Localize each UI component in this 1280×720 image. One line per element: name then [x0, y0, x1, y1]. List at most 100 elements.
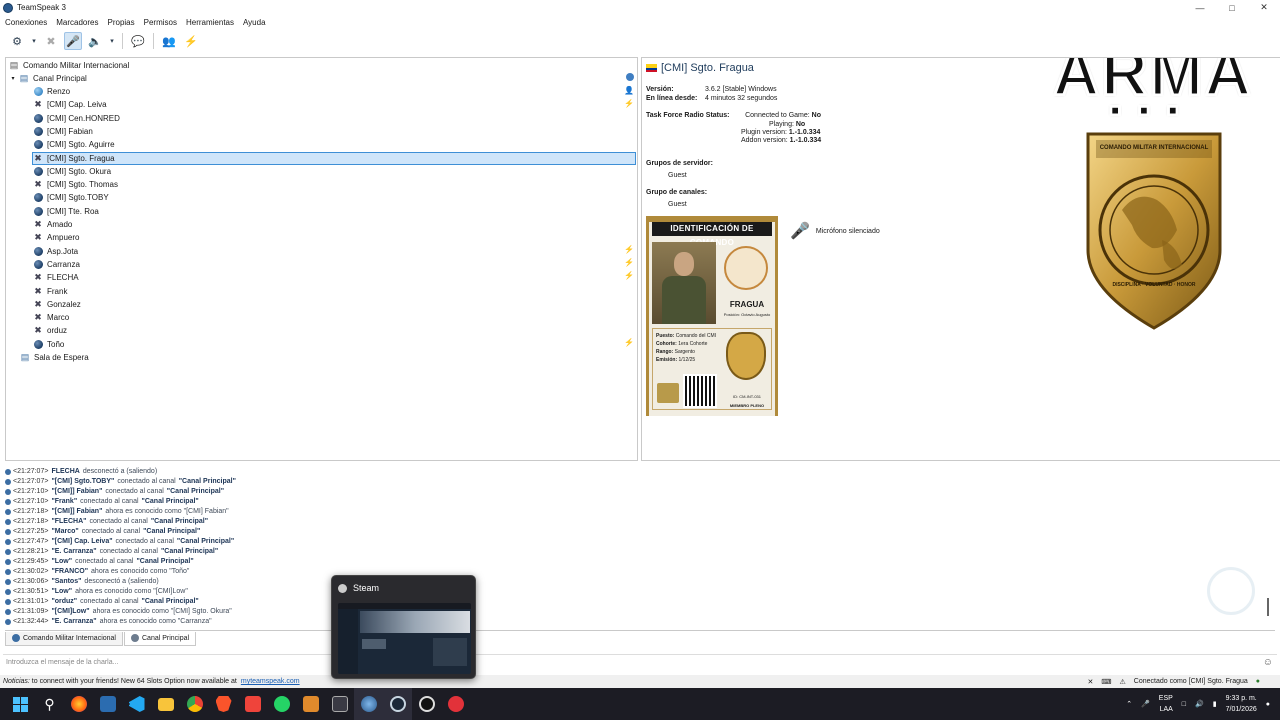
user-row[interactable]: [CMI] Sgto.TOBY: [33, 191, 109, 204]
log-user[interactable]: "[CMI] Sgto.TOBY": [51, 477, 114, 487]
menu-conexiones[interactable]: Conexiones: [5, 18, 47, 27]
firefox-icon[interactable]: [64, 688, 93, 720]
language-indicator[interactable]: ESP LAA: [1159, 693, 1173, 715]
dropdown-arrow-icon[interactable]: ▾: [30, 32, 38, 50]
user-row[interactable]: [CMI] Sgto. Okura: [33, 165, 111, 178]
user-row[interactable]: ✖ [CMI] Sgto. Thomas: [33, 178, 118, 191]
chat-input[interactable]: Introduzca el mensaje de la charla... ☺: [3, 654, 1277, 670]
menu-marcadores[interactable]: Marcadores: [56, 18, 98, 27]
log-user[interactable]: "[CMI]Low": [51, 607, 89, 617]
log-user[interactable]: "[CMI] Cap. Leiva": [51, 537, 112, 547]
user-row[interactable]: ✖ Frank: [33, 285, 67, 298]
log-channel[interactable]: "Canal Principal": [167, 487, 224, 497]
mute-speakers-icon[interactable]: 🔈: [86, 32, 104, 50]
log-user[interactable]: "Frank": [51, 497, 77, 507]
vscode-icon[interactable]: [122, 688, 151, 720]
user-row[interactable]: [CMI] Tte. Roa: [33, 205, 99, 218]
brave-icon[interactable]: [209, 688, 238, 720]
notification-icon[interactable]: ●: [1266, 701, 1270, 708]
obs-icon[interactable]: [412, 688, 441, 720]
chrome-icon[interactable]: [180, 688, 209, 720]
log-user[interactable]: "orduz": [51, 597, 77, 607]
close-button[interactable]: ✕: [1248, 0, 1280, 15]
user-row[interactable]: Asp.Jota: [33, 245, 78, 258]
user-row[interactable]: [CMI] Sgto. Aguirre: [33, 138, 115, 151]
battery-icon[interactable]: ▮: [1213, 700, 1217, 708]
log-channel[interactable]: "Canal Principal": [151, 517, 208, 527]
menu-permisos[interactable]: Permisos: [144, 18, 177, 27]
server-row[interactable]: ▤ Comando Militar Internacional: [9, 59, 130, 72]
user-row[interactable]: [CMI] Fabian: [33, 125, 93, 138]
user-row[interactable]: Toño: [33, 338, 64, 351]
search-icon[interactable]: ⚲: [35, 688, 64, 720]
emoji-icon[interactable]: ☺: [1263, 657, 1273, 668]
user-row[interactable]: ✖ Marco: [33, 311, 69, 324]
log-user[interactable]: "E. Carranza": [51, 617, 96, 627]
user-row[interactable]: ✖ Amado: [33, 218, 72, 231]
user-row[interactable]: Carranza: [33, 258, 80, 271]
menu-herramientas[interactable]: Herramientas: [186, 18, 234, 27]
whatsapp-icon[interactable]: [267, 688, 296, 720]
network-icon[interactable]: □: [1182, 701, 1186, 708]
user-row[interactable]: ✖ FLECHA: [33, 271, 78, 284]
log-channel[interactable]: "Canal Principal": [143, 527, 200, 537]
contacts-icon[interactable]: 👥: [160, 32, 178, 50]
log-channel[interactable]: "Canal Principal": [161, 547, 218, 557]
connect-icon[interactable]: ⚙: [8, 32, 26, 50]
log-user[interactable]: "Low": [51, 557, 72, 567]
log-user[interactable]: "FLECHA": [51, 517, 86, 527]
chevron-up-icon[interactable]: ⌃: [1126, 700, 1132, 708]
log-user[interactable]: "Marco": [51, 527, 78, 537]
disconnect-icon[interactable]: ✖: [42, 32, 60, 50]
dropdown-arrow-icon[interactable]: ▾: [108, 32, 116, 50]
user-row[interactable]: ✖ Ampuero: [33, 231, 79, 244]
waiting-room-row[interactable]: ▤ Sala de Espera: [20, 351, 89, 364]
log-channel[interactable]: "Canal Principal": [142, 497, 199, 507]
away-status-icon[interactable]: 💬: [129, 32, 147, 50]
log-channel[interactable]: "Canal Principal": [136, 557, 193, 567]
channel-row[interactable]: ▾ ▤ Canal Principal: [9, 72, 86, 85]
steam-window-thumbnail[interactable]: [338, 603, 471, 674]
microphone-tray-icon[interactable]: 🎤: [1141, 700, 1150, 708]
log-user[interactable]: "E. Carranza": [51, 547, 96, 557]
log-user[interactable]: "Santos": [51, 577, 81, 587]
myteamspeak-link[interactable]: myteamspeak.com: [241, 678, 300, 685]
tab-channel[interactable]: Canal Principal: [124, 631, 197, 646]
user-row[interactable]: ✖ [CMI] Sgto. Fragua: [32, 151, 636, 165]
log-scrollbar[interactable]: [1267, 598, 1269, 616]
volume-icon[interactable]: 🔊: [1195, 700, 1204, 708]
teamspeak-taskbar-icon[interactable]: [354, 688, 383, 720]
log-user[interactable]: "[CMI]] Fabian": [51, 487, 102, 497]
minimize-button[interactable]: —: [1184, 0, 1216, 15]
user-row[interactable]: ✖ [CMI] Cap. Leiva: [33, 98, 106, 111]
clock[interactable]: 9:33 p. m. 7/01/2026: [1226, 693, 1257, 715]
file-explorer-icon[interactable]: [151, 688, 180, 720]
start-button[interactable]: [6, 688, 35, 720]
user-row[interactable]: [CMI] Cen.HONRED: [33, 112, 120, 125]
steam-taskbar-icon[interactable]: [383, 688, 412, 720]
menu-ayuda[interactable]: Ayuda: [243, 18, 266, 27]
tab-server[interactable]: Comando Militar Internacional: [5, 631, 123, 646]
user-row[interactable]: Renzo: [33, 85, 70, 98]
log-channel[interactable]: "Canal Principal": [142, 597, 199, 607]
menu-propias[interactable]: Propias: [108, 18, 135, 27]
close-notice-icon[interactable]: ✕: [1088, 678, 1094, 686]
anydesk-icon[interactable]: [238, 688, 267, 720]
log-channel[interactable]: "Canal Principal": [179, 477, 236, 487]
editor-icon[interactable]: [325, 688, 354, 720]
collapse-arrow-icon[interactable]: ▾: [9, 74, 17, 84]
mute-microphone-icon[interactable]: 🎤: [64, 32, 82, 50]
visual-studio-icon[interactable]: [93, 688, 122, 720]
user-row[interactable]: ✖ orduz: [33, 324, 67, 337]
launcher-icon[interactable]: [296, 688, 325, 720]
recorder-icon[interactable]: [441, 688, 470, 720]
user-row[interactable]: ✖ Gonzalez: [33, 298, 81, 311]
log-user[interactable]: "Low": [51, 587, 72, 597]
log-channel[interactable]: "Canal Principal": [177, 537, 234, 547]
log-user[interactable]: "FRANCO": [51, 567, 88, 577]
channel-commander-icon[interactable]: ⚡: [182, 32, 200, 50]
log-user[interactable]: FLECHA: [51, 467, 79, 477]
taskbar-preview-popup[interactable]: Steam: [331, 575, 476, 679]
log-user[interactable]: "[CMI]] Fabian": [51, 507, 102, 517]
maximize-button[interactable]: □: [1216, 0, 1248, 15]
